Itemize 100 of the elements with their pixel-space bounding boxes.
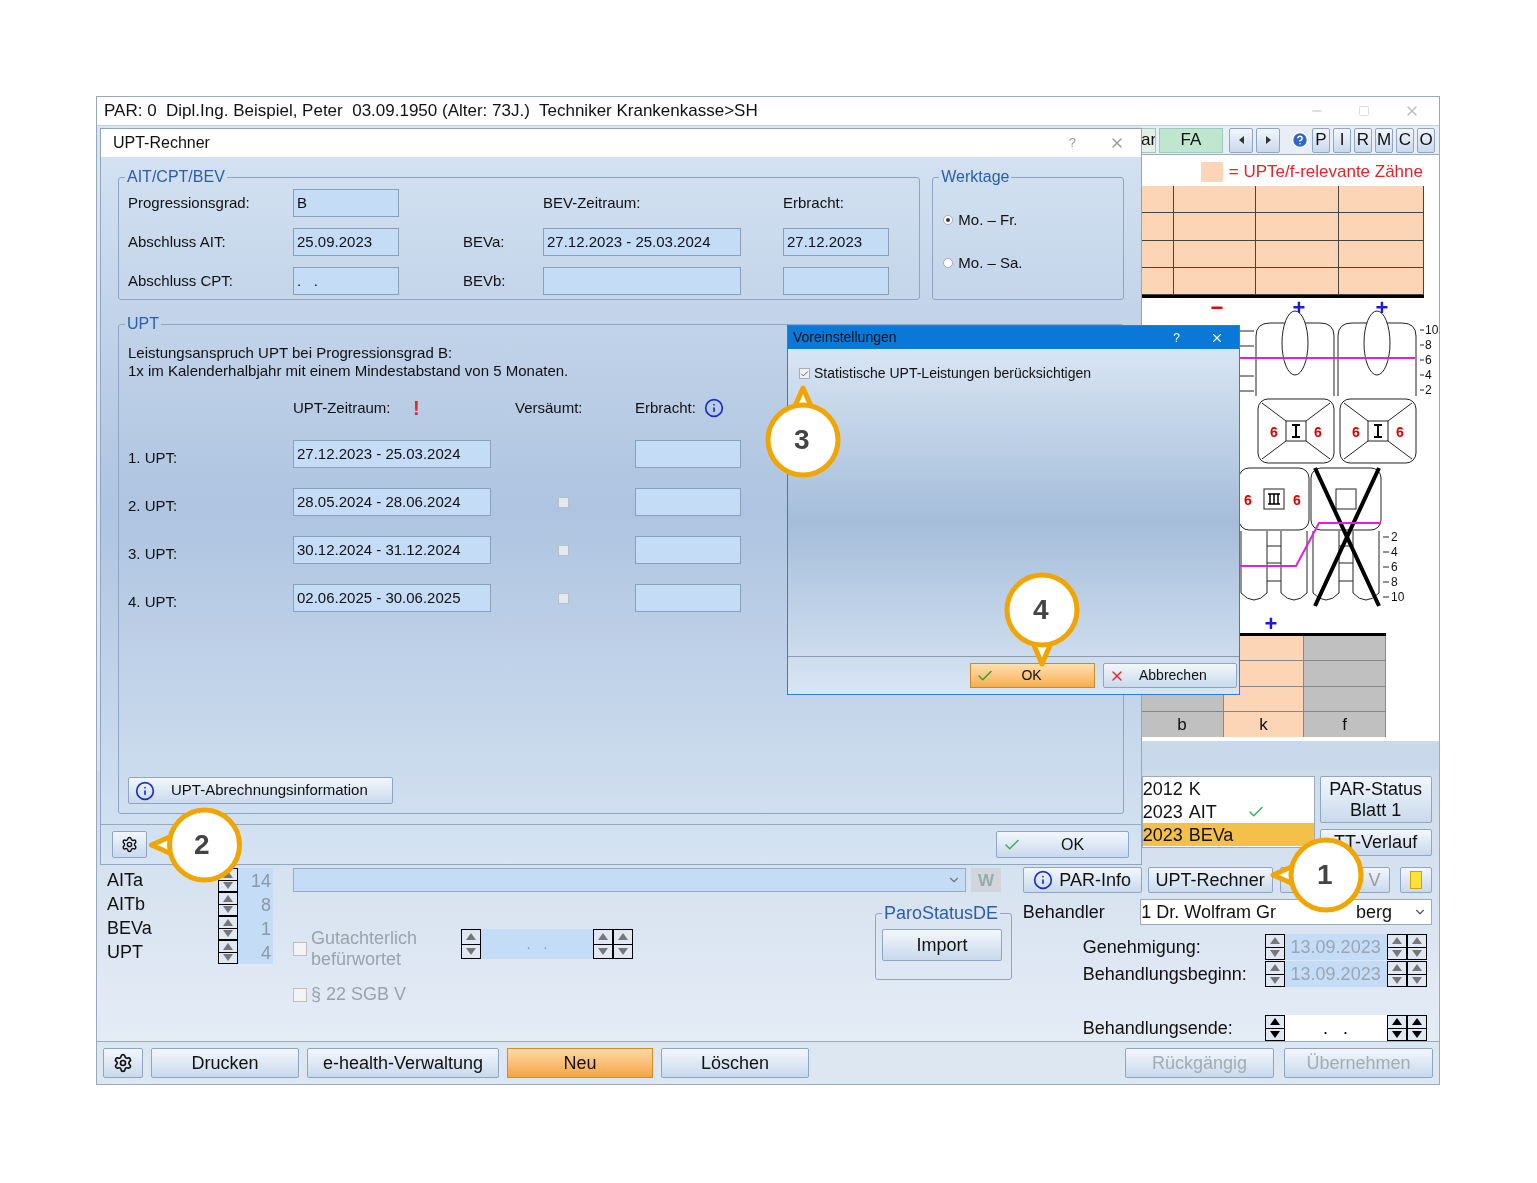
toolbar-button[interactable]: O bbox=[1417, 127, 1435, 153]
help-icon[interactable] bbox=[1291, 131, 1309, 149]
spin-button[interactable] bbox=[218, 940, 238, 964]
column-header: Erbracht: bbox=[783, 192, 844, 213]
text-field[interactable]: B bbox=[293, 189, 399, 217]
footer-button[interactable]: e-health-Verwaltung bbox=[307, 1048, 499, 1078]
counter-value: 8 bbox=[238, 892, 273, 916]
spin-button[interactable] bbox=[218, 892, 238, 916]
scale-label: 6 bbox=[1425, 353, 1432, 367]
checkbox[interactable] bbox=[557, 592, 569, 604]
description-text: Leistungsanspruch UPT bei Progressionsgrad B: bbox=[128, 344, 453, 362]
text-field[interactable]: 27.12.2023 - 25.03.2024 bbox=[293, 440, 491, 468]
toolbar-button[interactable]: M bbox=[1375, 127, 1393, 153]
right-arrow-icon bbox=[1265, 136, 1271, 144]
toolbar-button[interactable]: P bbox=[1312, 127, 1330, 153]
scale-ticks bbox=[1382, 536, 1390, 598]
spin-button[interactable] bbox=[1386, 1015, 1407, 1041]
spin-button[interactable] bbox=[1386, 934, 1407, 960]
action-button[interactable]: PAR-Info bbox=[1022, 867, 1142, 893]
text-field[interactable] bbox=[635, 536, 741, 564]
text-field[interactable]: 02.06.2025 - 30.06.2025 bbox=[293, 584, 491, 612]
toolbar-button[interactable]: C bbox=[1396, 127, 1414, 153]
footer-button[interactable]: Löschen bbox=[661, 1048, 809, 1078]
text-field[interactable]: 27.12.2023 - 25.03.2024 bbox=[543, 228, 741, 256]
radio-button[interactable] bbox=[943, 215, 954, 226]
up-arrow-icon bbox=[223, 894, 233, 902]
field-label: 2. UPT: bbox=[128, 495, 179, 516]
help-button[interactable]: ? bbox=[1173, 328, 1180, 347]
text-field[interactable] bbox=[783, 267, 889, 295]
spin-button[interactable] bbox=[1406, 1015, 1427, 1041]
toolbar-button[interactable]: I bbox=[1333, 127, 1351, 153]
sign-mark: − bbox=[1210, 301, 1224, 320]
spin-button[interactable] bbox=[1264, 961, 1285, 987]
checkbox-label: Statistische UPT-Leistungen berücksichtigen bbox=[814, 364, 1092, 383]
checkbox[interactable] bbox=[557, 496, 569, 508]
spin-button[interactable] bbox=[218, 916, 238, 940]
ok-button[interactable]: OK bbox=[970, 663, 1095, 688]
text-field[interactable] bbox=[635, 440, 741, 468]
billing-info-button[interactable]: UPT-Abrechnungsinformation bbox=[128, 777, 393, 804]
scale-label: 4 bbox=[1425, 368, 1432, 382]
up-arrow-icon bbox=[1391, 937, 1402, 945]
text-field[interactable] bbox=[635, 584, 741, 612]
history-item[interactable]: 2012 K bbox=[1142, 777, 1314, 800]
spin-button[interactable] bbox=[613, 929, 633, 959]
down-arrow-icon bbox=[1391, 1030, 1402, 1038]
radio-button[interactable] bbox=[943, 257, 954, 268]
spin-button[interactable] bbox=[1386, 961, 1407, 987]
action-button[interactable]: UPT-Rechner bbox=[1147, 867, 1273, 893]
settings-button[interactable] bbox=[103, 1048, 143, 1078]
up-arrow-icon bbox=[1391, 1018, 1402, 1026]
field-label: Behandlungsbeginn: bbox=[1082, 962, 1248, 986]
spin-button[interactable] bbox=[1406, 961, 1427, 987]
checkbox[interactable] bbox=[557, 544, 569, 556]
up-arrow-icon bbox=[1269, 964, 1280, 972]
next-button[interactable] bbox=[1256, 127, 1280, 153]
description-text: 1x im Kalenderhalbjahr mit einem Mindestabstand von 5 Monaten. bbox=[128, 362, 569, 380]
spin-button[interactable] bbox=[1264, 1015, 1285, 1041]
previous-button[interactable] bbox=[1229, 127, 1253, 153]
up-arrow-icon bbox=[1411, 964, 1422, 972]
toolbar-button[interactable]: R bbox=[1354, 127, 1372, 153]
text-field[interactable] bbox=[635, 488, 741, 516]
dentist-dropdown[interactable]: 1 Dr. Wolfram Gr berg bbox=[1139, 899, 1432, 925]
down-arrow-icon bbox=[1411, 976, 1422, 984]
up-arrow-icon bbox=[223, 942, 233, 950]
footer-button[interactable]: Drucken bbox=[151, 1048, 299, 1078]
ok-button[interactable]: OK bbox=[996, 831, 1129, 858]
history-item[interactable]: 2023 AIT bbox=[1142, 800, 1314, 823]
text-field[interactable]: 28.05.2024 - 28.06.2024 bbox=[293, 488, 491, 516]
text-field[interactable]: 25.09.2023 bbox=[293, 228, 399, 256]
field-label: Abschluss CPT: bbox=[128, 270, 235, 291]
field-label: 3. UPT: bbox=[128, 543, 179, 564]
date-field[interactable]: . . bbox=[1284, 1015, 1387, 1041]
text-field[interactable]: 30.12.2024 - 31.12.2024 bbox=[293, 536, 491, 564]
furcation-icon bbox=[1373, 424, 1383, 438]
probing-depth: 6 bbox=[1270, 424, 1278, 440]
settings-button[interactable] bbox=[112, 831, 147, 858]
spin-button[interactable] bbox=[461, 929, 481, 959]
spin-button[interactable] bbox=[1264, 934, 1285, 960]
toolbar-tab[interactable]: FA bbox=[1159, 127, 1223, 153]
text-field[interactable]: 27.12.2023 bbox=[783, 228, 889, 256]
field-label: Progressionsgrad: bbox=[128, 192, 251, 213]
callout-tooltip: 4 bbox=[1002, 570, 1082, 667]
spin-button[interactable] bbox=[593, 929, 613, 959]
checkbox[interactable] bbox=[799, 368, 810, 379]
spin-button[interactable] bbox=[1406, 934, 1427, 960]
text-field[interactable] bbox=[543, 267, 741, 295]
counter-value: 4 bbox=[238, 940, 273, 964]
text-field[interactable]: . . bbox=[293, 267, 399, 295]
footer-button[interactable]: Neu bbox=[507, 1048, 653, 1078]
history-item[interactable]: 2023 BEVa bbox=[1142, 823, 1314, 846]
down-arrow-icon bbox=[1391, 976, 1402, 984]
counter-label: BEVa bbox=[107, 916, 153, 940]
checkbox-label: § 22 SGB V bbox=[311, 984, 408, 1005]
import-button[interactable]: Import bbox=[882, 929, 1002, 961]
warning-mark: ! bbox=[413, 396, 421, 421]
field-label: 4. UPT: bbox=[128, 591, 179, 612]
side-button[interactable]: PAR-Status Blatt 1 bbox=[1319, 776, 1432, 823]
cancel-button[interactable]: Abbrechen bbox=[1103, 663, 1237, 688]
field-label: Abschluss AIT: bbox=[128, 231, 227, 252]
table-cell: f bbox=[1304, 711, 1386, 737]
